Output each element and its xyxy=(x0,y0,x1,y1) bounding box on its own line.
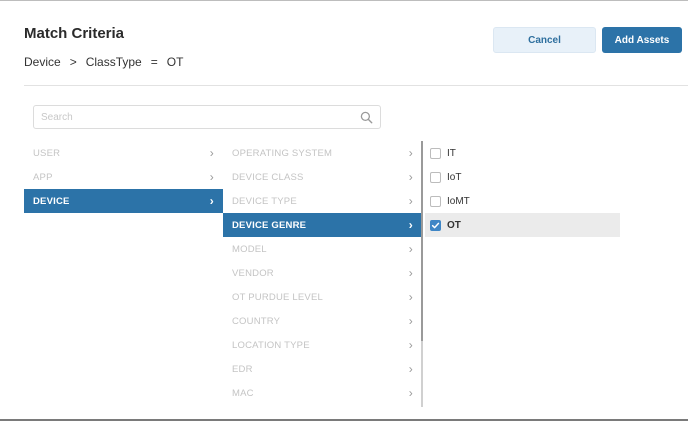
category-item-label: DEVICE xyxy=(33,195,70,207)
value-option-ot[interactable]: OT xyxy=(425,213,620,237)
attribute-item-label: DEVICE CLASS xyxy=(232,171,304,183)
attribute-item-label: DEVICE GENRE xyxy=(232,219,307,231)
chevron-right-icon: › xyxy=(408,266,413,280)
attribute-item-model[interactable]: MODEL › xyxy=(223,237,422,261)
attribute-item-label: MAC xyxy=(232,387,254,399)
attribute-item-ot-purdue-level[interactable]: OT PURDUE LEVEL › xyxy=(223,285,422,309)
chevron-right-icon: › xyxy=(408,218,413,232)
attribute-item-mac[interactable]: MAC › xyxy=(223,381,422,405)
value-option-label: IoT xyxy=(447,171,462,183)
checkbox[interactable] xyxy=(430,171,441,183)
add-assets-button[interactable]: Add Assets xyxy=(602,27,682,53)
chevron-right-icon: › xyxy=(408,314,413,328)
value-option-iomt[interactable]: IoMT xyxy=(425,189,620,213)
chevron-right-icon: › xyxy=(408,146,413,160)
chevron-right-icon: › xyxy=(209,146,214,160)
attribute-list: OPERATING SYSTEM › DEVICE CLASS › DEVICE TYP… xyxy=(223,141,422,405)
category-item-label: USER xyxy=(33,147,61,159)
checkbox[interactable] xyxy=(430,195,441,207)
value-option-label: IoMT xyxy=(447,195,470,207)
cancel-button[interactable]: Cancel xyxy=(493,27,596,53)
search-icon[interactable] xyxy=(360,111,373,124)
match-criteria-dialog: Match Criteria Device > ClassType = OT C… xyxy=(0,0,688,421)
attribute-item-label: OPERATING SYSTEM xyxy=(232,147,333,159)
value-option-it[interactable]: IT xyxy=(425,141,620,165)
attribute-item-label: OT PURDUE LEVEL xyxy=(232,291,323,303)
search-box xyxy=(33,105,381,129)
category-item-user[interactable]: USER › xyxy=(24,141,223,165)
value-option-iot[interactable]: IoT xyxy=(425,165,620,189)
attribute-item-device-class[interactable]: DEVICE CLASS › xyxy=(223,165,422,189)
checkbox[interactable] xyxy=(430,219,441,231)
attribute-item-vendor[interactable]: VENDOR › xyxy=(223,261,422,285)
chevron-right-icon: › xyxy=(209,194,214,208)
attribute-item-device-genre[interactable]: DEVICE GENRE › xyxy=(223,213,422,237)
scrollbar-thumb[interactable] xyxy=(421,141,423,341)
top-border xyxy=(0,0,688,1)
breadcrumb-value: OT xyxy=(166,55,184,69)
search-input[interactable] xyxy=(34,111,344,123)
checkbox[interactable] xyxy=(430,147,441,159)
attribute-item-edr[interactable]: EDR › xyxy=(223,357,422,381)
attribute-item-country[interactable]: COUNTRY › xyxy=(223,309,422,333)
chevron-right-icon: › xyxy=(408,338,413,352)
chevron-right-icon: › xyxy=(408,290,413,304)
check-icon xyxy=(431,222,440,228)
attribute-item-location-type[interactable]: LOCATION TYPE › xyxy=(223,333,422,357)
value-option-label: IT xyxy=(447,147,456,159)
attribute-item-label: LOCATION TYPE xyxy=(232,339,310,351)
attribute-item-device-type[interactable]: DEVICE TYPE › xyxy=(223,189,422,213)
chevron-right-icon: › xyxy=(408,386,413,400)
attribute-item-operating-system[interactable]: OPERATING SYSTEM › xyxy=(223,141,422,165)
breadcrumb-field: Device xyxy=(24,55,61,69)
category-item-label: APP xyxy=(33,171,53,183)
attribute-item-label: COUNTRY xyxy=(232,315,281,327)
chevron-right-icon: › xyxy=(408,242,413,256)
attribute-item-label: EDR xyxy=(232,363,253,375)
category-list: USER › APP › DEVICE › xyxy=(24,141,223,213)
chevron-right-icon: › xyxy=(408,362,413,376)
breadcrumb-separator: > xyxy=(69,55,77,69)
breadcrumb-attribute: ClassType xyxy=(85,55,142,69)
category-item-app[interactable]: APP › xyxy=(24,165,223,189)
chevron-right-icon: › xyxy=(408,170,413,184)
chevron-right-icon: › xyxy=(408,194,413,208)
breadcrumb-operator: = xyxy=(150,55,158,69)
chevron-right-icon: › xyxy=(209,170,214,184)
category-item-device[interactable]: DEVICE › xyxy=(24,189,223,213)
value-list: IT IoT IoMT OT xyxy=(425,141,620,237)
breadcrumb: Device > ClassType = OT xyxy=(24,55,183,69)
attribute-item-label: MODEL xyxy=(232,243,267,255)
page-title: Match Criteria xyxy=(24,25,125,42)
attribute-item-label: VENDOR xyxy=(232,267,274,279)
value-option-label: OT xyxy=(447,219,461,231)
attribute-item-label: DEVICE TYPE xyxy=(232,195,297,207)
header-divider xyxy=(24,85,688,86)
